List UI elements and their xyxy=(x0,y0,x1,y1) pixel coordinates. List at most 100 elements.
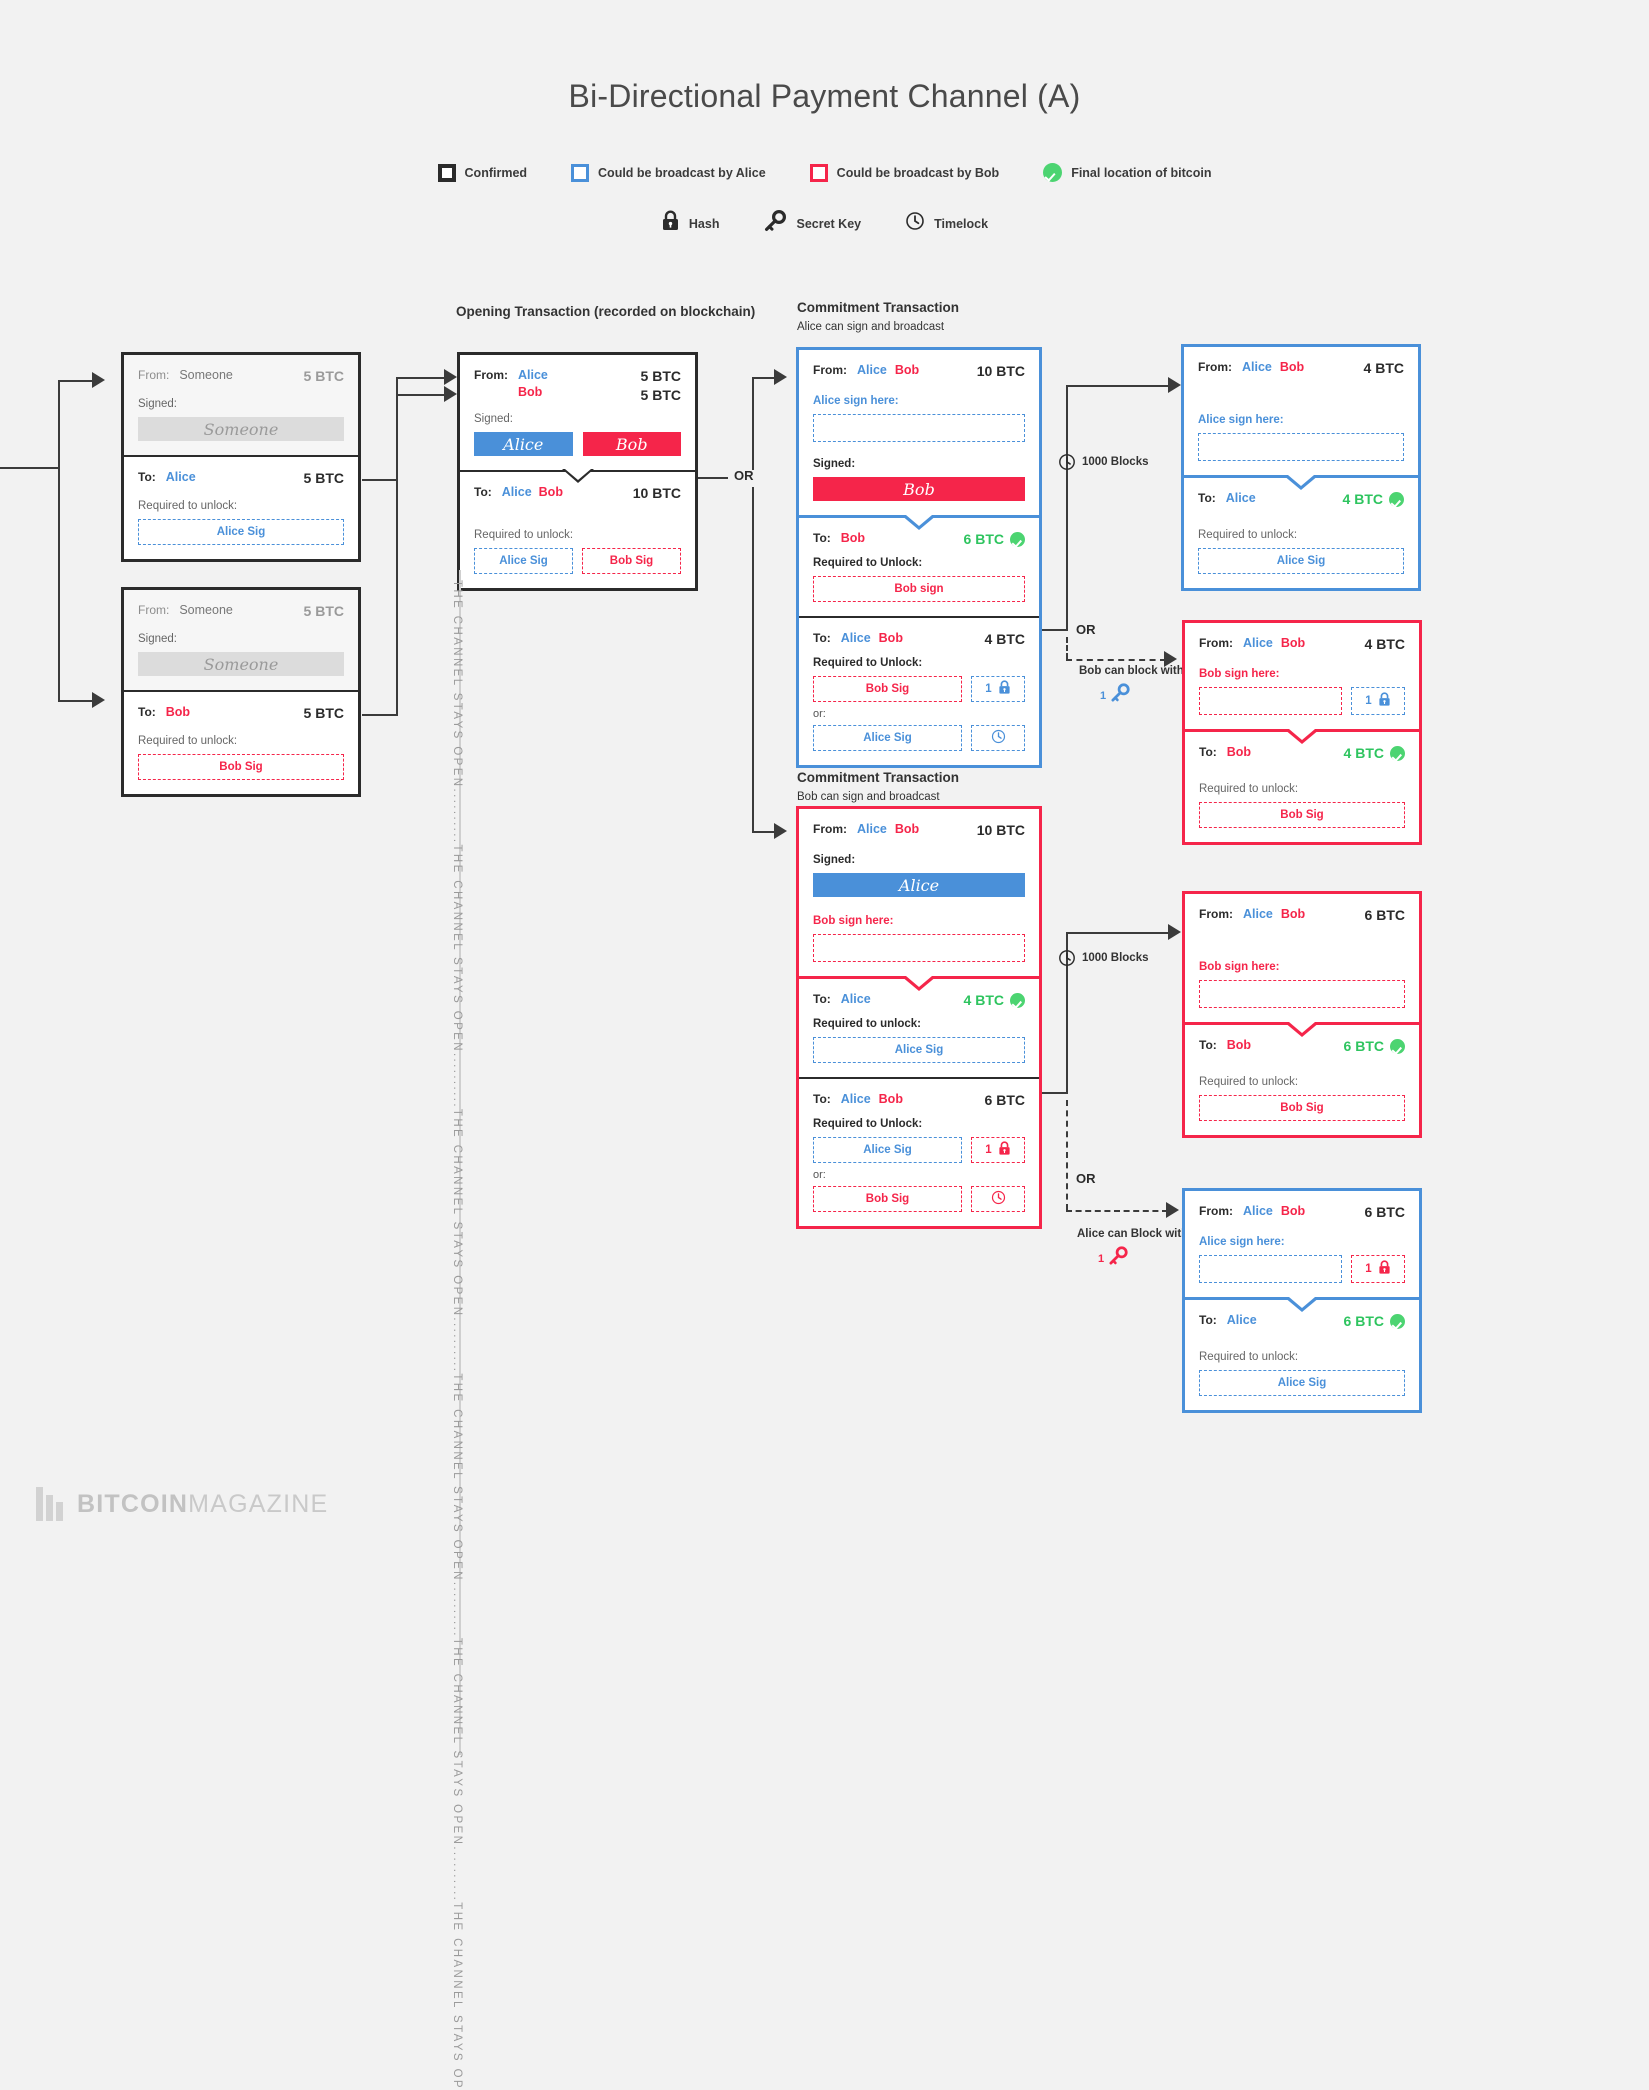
or-lower-label: or: xyxy=(813,1169,826,1181)
lock-icon xyxy=(998,680,1011,698)
hash-chip[interactable]: 1 xyxy=(1351,1255,1405,1283)
unlock-condition-bob-sign[interactable]: Bob sign xyxy=(813,576,1025,602)
green-check-icon xyxy=(1390,1038,1405,1054)
or-label-a: OR xyxy=(1076,622,1096,637)
unlock-label: Required to unlock: xyxy=(1199,1076,1299,1088)
to-label: To: xyxy=(813,992,831,1006)
green-check-icon xyxy=(1390,745,1405,761)
heading-commitment-a: Commitment Transaction xyxy=(797,300,960,315)
hash-chip[interactable]: 1 xyxy=(1351,687,1405,715)
to-value: Alice xyxy=(1226,1313,1257,1327)
output-amount: 6 BTC xyxy=(1343,1038,1384,1054)
black-square-icon xyxy=(437,163,456,182)
tx-output-pane: To: Alice 4 BTC Required to unlock: Alic… xyxy=(1184,475,1418,588)
signed-label: Signed: xyxy=(813,854,856,866)
tx-output-pane-2: To: Alice Bob 4 BTC Required to Unlock: … xyxy=(799,616,1039,765)
legend-item-bob: Could be broadcast by Bob xyxy=(809,163,999,182)
output-amount: 4 BTC xyxy=(1342,491,1383,507)
to-value: Bob xyxy=(165,705,191,719)
annotation-alice-block: Alice can Block with xyxy=(1077,1228,1189,1240)
channel-status-label: THE CHANNEL STAYS OPEN..........THE CHAN… xyxy=(451,580,463,2090)
unlock-condition-alice-sig[interactable]: Alice Sig xyxy=(1198,548,1404,574)
notch-indicator xyxy=(1282,1297,1322,1313)
unlock-condition-alice-sig[interactable]: Alice Sig xyxy=(813,1137,962,1163)
tx-output-pane: To: Alice 6 BTC Required to unlock: Alic… xyxy=(1185,1297,1419,1410)
unlock-condition-alice-sig[interactable]: Alice Sig xyxy=(138,519,344,545)
to-value-alice: Alice xyxy=(501,485,532,499)
unlock-condition-alice-sig[interactable]: Alice Sig xyxy=(813,725,962,751)
signature-bob: Bob xyxy=(582,432,681,456)
tx-input-pane: From: Alice Bob 4 BTC Alice sign here: xyxy=(1184,347,1418,475)
to-label: To: xyxy=(1199,745,1217,759)
to-label: To: xyxy=(1198,491,1216,505)
tx-input-pane: From: Alice Bob 6 BTC Bob sign here: xyxy=(1185,894,1419,1022)
hash-chip[interactable]: 1 xyxy=(971,676,1025,702)
from-value-bob: Bob xyxy=(894,822,920,836)
alice-signature-field[interactable] xyxy=(1198,433,1404,461)
from-value-alice: Alice xyxy=(1243,1204,1273,1218)
alice-signature-field[interactable] xyxy=(1199,1255,1342,1283)
key-count: 1 xyxy=(1098,1252,1105,1265)
unlock-condition-bob-sig[interactable]: Bob Sig xyxy=(582,548,681,574)
alice-signature-field[interactable] xyxy=(813,414,1025,442)
key-icon xyxy=(1107,1245,1129,1272)
unlock-condition-alice-sig[interactable]: Alice Sig xyxy=(1199,1370,1405,1396)
from-label: From: xyxy=(138,603,170,617)
unlock-condition-bob-sig[interactable]: Bob Sig xyxy=(813,1186,962,1212)
signature-bob: Bob xyxy=(813,477,1025,501)
output-amount: 6 BTC xyxy=(963,531,1004,547)
watermark-logo: BITCOINMAGAZINE xyxy=(36,1487,328,1521)
timelock-chip[interactable] xyxy=(971,725,1025,751)
legend-label: Could be broadcast by Alice xyxy=(598,165,766,180)
lock-icon xyxy=(661,210,680,237)
legend-item-alice: Could be broadcast by Alice xyxy=(571,163,766,182)
brand-light: MAGAZINE xyxy=(188,1489,329,1518)
clock-icon xyxy=(991,729,1006,747)
to-value: Bob xyxy=(1226,745,1252,759)
annotation-blocks-bottom: 1000 Blocks xyxy=(1082,952,1149,964)
output-amount: 5 BTC xyxy=(303,470,344,486)
from-value-bob: Bob xyxy=(1280,636,1306,650)
or-label-b: OR xyxy=(1076,1171,1096,1186)
from-label: From: xyxy=(813,822,847,836)
unlock-condition-alice-sig[interactable]: Alice Sig xyxy=(813,1037,1025,1063)
hash-count: 1 xyxy=(1365,1263,1372,1275)
hash-count: 1 xyxy=(1365,695,1372,707)
output-amount: 6 BTC xyxy=(1343,1313,1384,1329)
heading-commitment-b: Commitment Transaction xyxy=(797,770,960,785)
from-label: From: xyxy=(1199,636,1233,650)
notch-indicator xyxy=(899,515,939,531)
unlock-condition-bob-sig[interactable]: Bob Sig xyxy=(1199,1095,1405,1121)
to-value: Bob xyxy=(1226,1038,1252,1052)
legend-label: Secret Key xyxy=(796,216,862,231)
from-value-alice: Alice xyxy=(1242,360,1272,374)
bob-signature-field[interactable] xyxy=(1199,687,1342,715)
unlock-condition-bob-sig[interactable]: Bob Sig xyxy=(138,754,344,780)
unlock-label: Required to Unlock: xyxy=(813,657,923,669)
clock-icon xyxy=(1058,949,1076,972)
from-label: From: xyxy=(1198,360,1232,374)
to-label: To: xyxy=(813,1092,831,1106)
to-label: To: xyxy=(138,470,156,484)
signature-alice: Alice xyxy=(813,873,1025,897)
bob-sign-here-label: Bob sign here: xyxy=(1199,668,1280,680)
key-icon xyxy=(1109,682,1131,709)
tx-output-pane-2: To: Alice Bob 6 BTC Required to Unlock: … xyxy=(799,1077,1039,1226)
legend-item-timelock: Timelock xyxy=(905,211,988,236)
output-amount: 4 BTC xyxy=(963,992,1004,1008)
clock-icon xyxy=(991,1190,1006,1208)
unlock-condition-bob-sig[interactable]: Bob Sig xyxy=(1199,802,1405,828)
hash-chip[interactable]: 1 xyxy=(971,1137,1025,1163)
unlock-condition-alice-sig[interactable]: Alice Sig xyxy=(474,548,573,574)
tx-output-pane: To: Bob 4 BTC Required to unlock: Bob Si… xyxy=(1185,729,1419,842)
bob-signature-field[interactable] xyxy=(1199,980,1405,1008)
unlock-condition-bob-sig[interactable]: Bob Sig xyxy=(813,676,962,702)
heading-opening-transaction: Opening Transaction (recorded on blockch… xyxy=(456,304,756,319)
input-amount: 5 BTC xyxy=(303,368,344,384)
lock-icon xyxy=(1378,1260,1391,1278)
bob-signature-field[interactable] xyxy=(813,934,1025,962)
from-value-alice: Alice xyxy=(857,822,887,836)
annotation-blocks-top: 1000 Blocks xyxy=(1082,456,1149,468)
timelock-chip[interactable] xyxy=(971,1186,1025,1212)
from-value-bob: Bob xyxy=(894,363,920,377)
